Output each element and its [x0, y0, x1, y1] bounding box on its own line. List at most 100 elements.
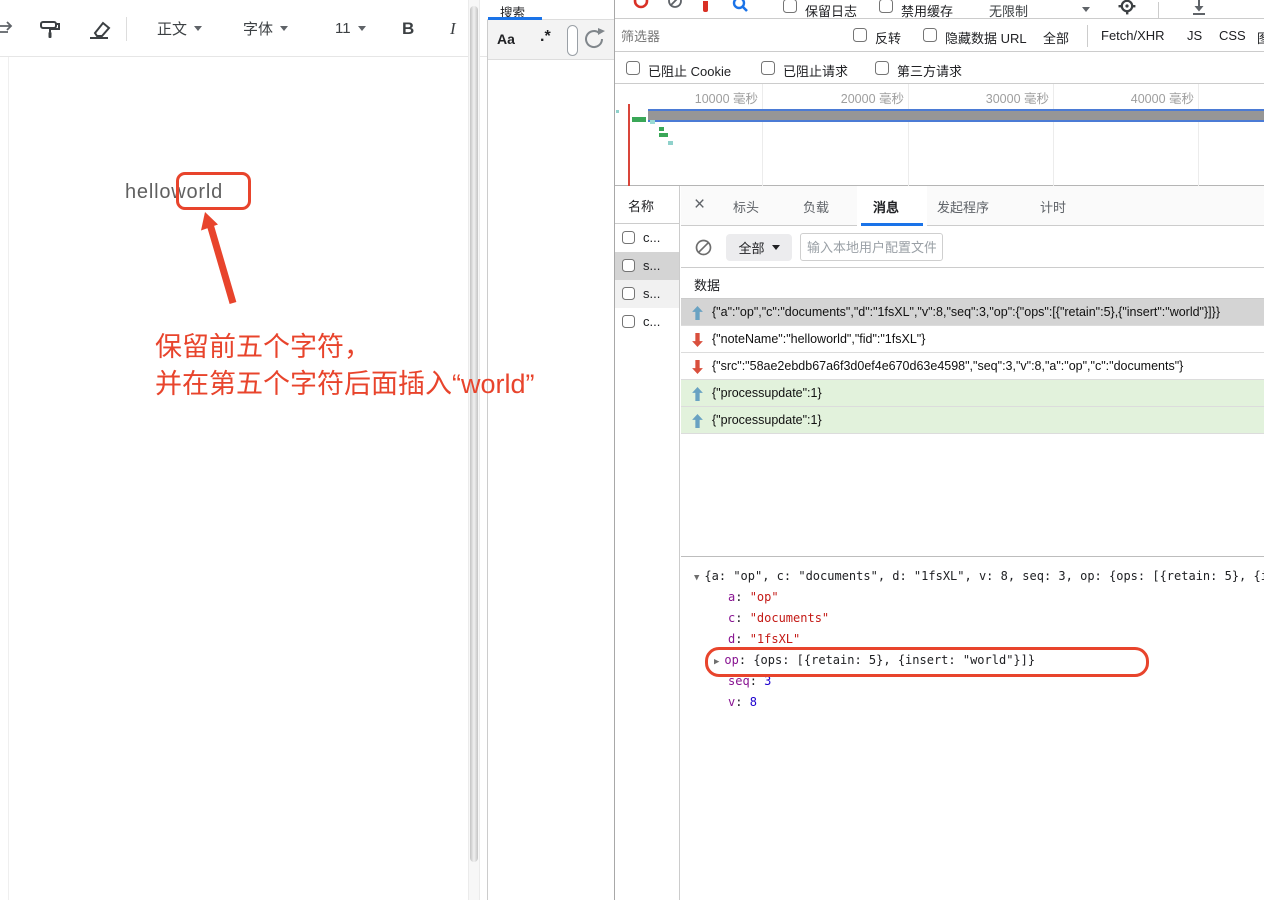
network-conditions-gear-icon[interactable] — [1118, 0, 1136, 19]
filter-type-css[interactable]: CSS — [1219, 28, 1246, 43]
received-arrow-icon — [692, 360, 703, 374]
message-type-select[interactable]: 全部 — [726, 234, 792, 261]
message-text: {"a":"op","c":"documents","d":"1fsXL","v… — [712, 305, 1220, 319]
filter-icon[interactable] — [703, 1, 708, 12]
filter-type-fetch-xhr[interactable]: Fetch/XHR — [1101, 28, 1165, 43]
tree-key: v — [728, 695, 750, 709]
chevron-down-icon — [772, 245, 780, 250]
request-row[interactable]: c... — [615, 308, 679, 336]
tree-key: d — [728, 632, 750, 646]
message-text: {"src":"58ae2ebdb67a6f3d0ef4e670d63e4598… — [712, 359, 1183, 373]
request-name: c... — [643, 314, 660, 329]
tree-row[interactable]: a"op" — [728, 587, 779, 607]
refresh-icon[interactable] — [583, 26, 607, 57]
request-row-selected[interactable]: s... — [615, 252, 679, 280]
network-filter-input[interactable] — [621, 24, 829, 48]
tab-headers[interactable]: 标头 — [733, 186, 759, 226]
filter-divider — [1087, 25, 1088, 47]
tab-payload[interactable]: 负载 — [803, 186, 829, 226]
filter-type-js[interactable]: JS — [1187, 28, 1202, 43]
redo-icon[interactable] — [0, 0, 16, 57]
request-row[interactable]: s... — [615, 280, 679, 308]
triangle-down-icon: ▼ — [694, 573, 699, 583]
chevron-down-icon — [1082, 7, 1090, 12]
tree-root-preview: {a: "op", c: "documents", d: "1fsXL", v:… — [704, 569, 1264, 583]
italic-button[interactable]: I — [450, 0, 456, 57]
format-painter-button[interactable] — [38, 0, 62, 57]
clear-format-eraser-button[interactable] — [86, 0, 112, 57]
network-filter-bar: 反转 隐藏数据 URL 全部 Fetch/XHR JS CSS 图片 — [615, 20, 1264, 52]
font-size-value: 11 — [335, 20, 351, 37]
third-party-label: 第三方请求 — [897, 61, 962, 80]
tree-row[interactable]: c"documents" — [728, 608, 829, 628]
filter-type-img[interactable]: 图片 — [1257, 28, 1264, 47]
network-blocked-bar: 已阻止 Cookie 已阻止请求 第三方请求 — [615, 53, 1264, 84]
font-size-select[interactable]: 11 — [335, 0, 366, 57]
timeline-tick: 10000 毫秒 — [618, 88, 758, 107]
websocket-timeline-bar[interactable] — [648, 109, 1264, 122]
tab-messages[interactable]: 消息 — [873, 186, 899, 226]
tree-root-row[interactable]: ▼ {a: "op", c: "documents", d: "1fsXL", v… — [694, 566, 1264, 588]
tab-timing[interactable]: 计时 — [1040, 186, 1066, 226]
tree-key: a — [728, 590, 750, 604]
message-row[interactable]: {"noteName":"helloworld","fid":"1fsXL"} — [681, 326, 1264, 353]
clear-messages-icon[interactable] — [695, 239, 712, 261]
checkbox — [853, 28, 867, 42]
messages-data-header[interactable]: 数据 — [681, 268, 1264, 299]
tree-row[interactable]: d"1fsXL" — [728, 629, 800, 649]
import-har-icon[interactable] — [1191, 0, 1207, 19]
request-icon — [622, 315, 635, 328]
annotation-text-line2: 并在第五个字符后面插入“world” — [155, 366, 535, 402]
record-button[interactable] — [633, 0, 649, 14]
font-family-select[interactable]: 字体 — [243, 0, 288, 57]
tree-value: "documents" — [750, 611, 829, 625]
chevron-down-icon — [280, 26, 288, 31]
search-panel — [487, 0, 614, 900]
checkbox — [626, 61, 640, 75]
request-mark — [659, 127, 664, 131]
annotation-box-op — [705, 647, 1149, 677]
match-case-button[interactable]: Aa — [497, 31, 515, 47]
annotation-box-world — [176, 172, 251, 210]
sent-arrow-icon — [692, 306, 703, 320]
paragraph-style-value: 正文 — [157, 18, 187, 39]
close-detail-button[interactable]: × — [694, 194, 705, 216]
message-row[interactable]: {"processupdate":1} — [681, 380, 1264, 407]
bold-button[interactable]: B — [402, 0, 414, 57]
editor-scrollbar-thumb[interactable] — [470, 6, 478, 862]
tab-initiator[interactable]: 发起程序 — [937, 186, 989, 226]
message-preview-tree: ▼ {a: "op", c: "documents", d: "1fsXL", v… — [681, 557, 1264, 900]
requests-name-header[interactable]: 名称 — [615, 186, 680, 224]
search-icon[interactable] — [731, 0, 749, 18]
messages-filter-input[interactable] — [800, 233, 943, 261]
request-mark — [632, 117, 646, 122]
message-type-value: 全部 — [738, 238, 764, 257]
gridline — [1198, 84, 1199, 186]
toolbar-divider — [1158, 2, 1159, 18]
editor-toolbar: 正文 字体 11 B I — [0, 0, 487, 57]
toolbar-divider — [126, 17, 127, 41]
gridline — [762, 84, 763, 186]
disable-cache-label: 禁用缓存 — [901, 1, 953, 19]
tree-key: c — [728, 611, 750, 625]
hide-data-urls-label: 隐藏数据 URL — [945, 28, 1027, 47]
network-main-toolbar: 保留日志 禁用缓存 无限制 — [615, 0, 1264, 19]
request-name: s... — [643, 258, 660, 273]
filter-type-all[interactable]: 全部 — [1043, 28, 1069, 47]
message-row[interactable]: {"src":"58ae2ebdb67a6f3d0ef4e670d63e4598… — [681, 353, 1264, 380]
tree-row[interactable]: v8 — [728, 692, 757, 712]
paragraph-style-select[interactable]: 正文 — [157, 0, 202, 57]
message-row-selected[interactable]: {"a":"op","c":"documents","d":"1fsXL","v… — [681, 299, 1264, 326]
checkbox — [923, 28, 937, 42]
timeline-tick: 40000 毫秒 — [1054, 88, 1194, 107]
request-mark — [668, 141, 673, 145]
page-left-edge — [8, 57, 9, 900]
clear-network-log-button[interactable] — [667, 0, 683, 14]
request-row[interactable]: c... — [615, 224, 679, 252]
regex-button[interactable]: .* — [540, 28, 551, 46]
checkbox — [783, 0, 797, 13]
font-family-value: 字体 — [243, 18, 273, 39]
annotation-text-line1: 保留前五个字符， — [155, 329, 371, 365]
blocked-cookies-label: 已阻止 Cookie — [648, 61, 731, 80]
message-row[interactable]: {"processupdate":1} — [681, 407, 1264, 434]
